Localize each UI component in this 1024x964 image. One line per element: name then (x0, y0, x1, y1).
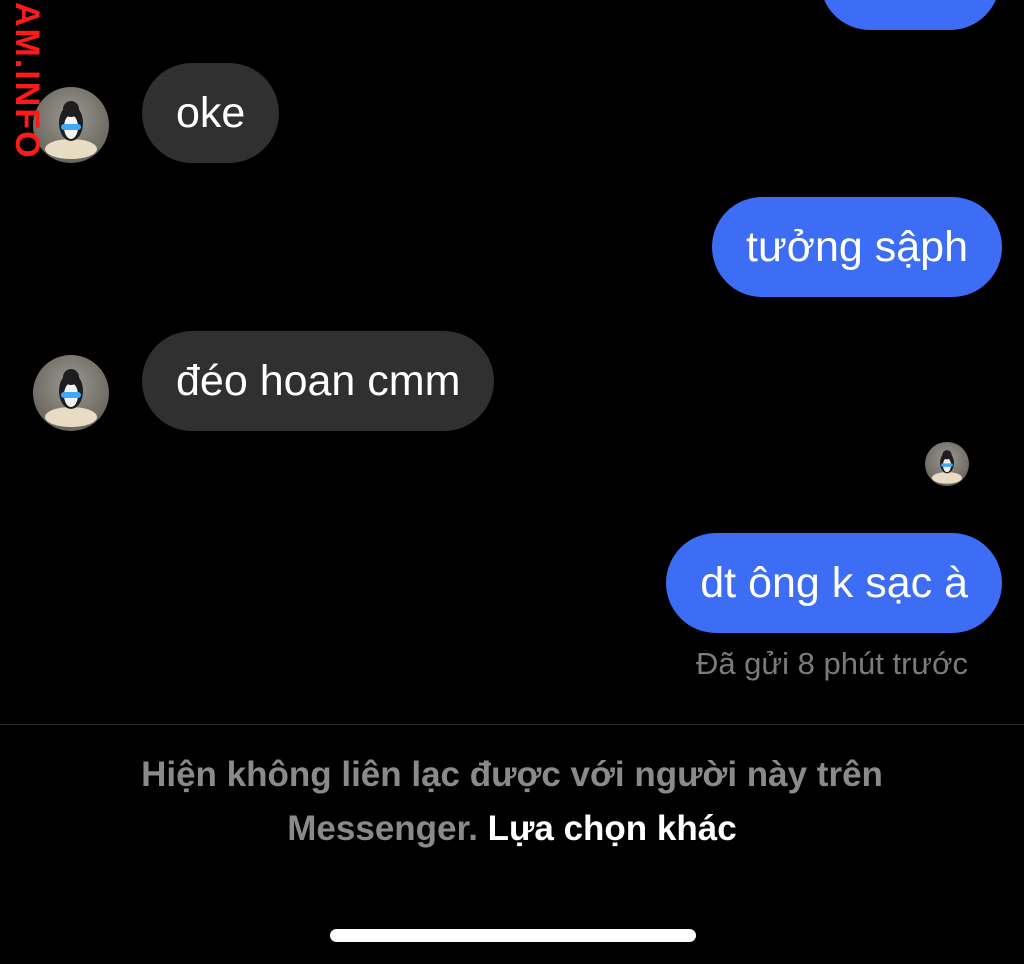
divider (0, 724, 1024, 725)
home-indicator[interactable] (330, 929, 696, 942)
message-text: dt ông k sạc à (700, 559, 968, 607)
unavailable-notice: Hiện không liên lạc được với người này t… (0, 748, 1024, 856)
avatar-image (45, 369, 97, 427)
message-bubble-incoming[interactable]: oke (142, 63, 280, 163)
seen-avatar-icon (925, 442, 969, 486)
other-options-link[interactable]: Lựa chọn khác (488, 809, 737, 848)
notice-line-1: Hiện không liên lạc được với người này t… (141, 755, 883, 794)
notice-messenger-text: Messenger. (287, 809, 478, 848)
message-bubble-outgoing[interactable]: dt ông k sạc à (666, 533, 1002, 633)
message-text: tưởng sậph (746, 223, 968, 271)
watermark-text: AM.INFO (8, 2, 46, 160)
message-bubble-incoming[interactable]: đéo hoan cmm (142, 331, 495, 431)
message-text: oke (176, 89, 246, 137)
seen-avatar-image (931, 450, 963, 484)
sent-status: Đã gửi 8 phút trước (695, 646, 968, 681)
message-bubble-outgoing[interactable] (820, 0, 1000, 30)
message-text: đéo hoan cmm (176, 357, 461, 405)
message-bubble-outgoing[interactable]: tưởng sậph (712, 197, 1002, 297)
contact-avatar-icon[interactable] (33, 355, 109, 431)
notice-line-2: Messenger. Lựa chọn khác (0, 802, 1024, 856)
